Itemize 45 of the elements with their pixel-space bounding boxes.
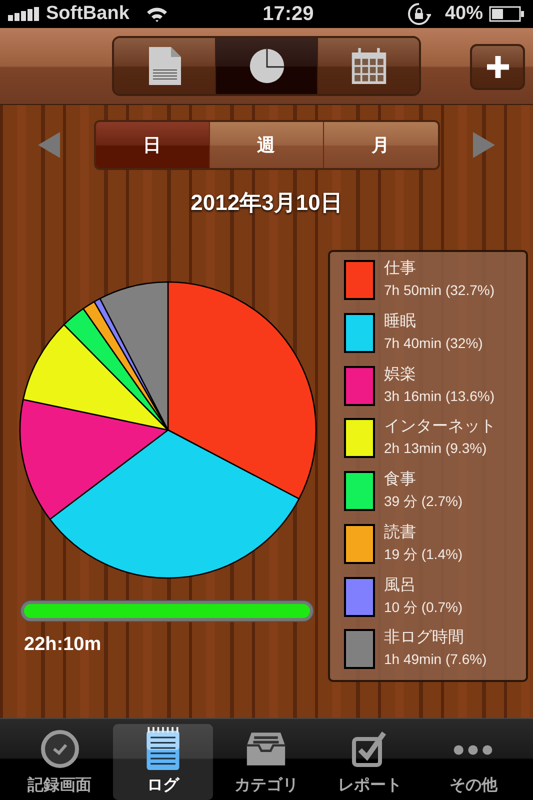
legend-label: 娯楽 (384, 364, 416, 384)
legend-duration: 3h 16min (13.6%) (384, 386, 495, 406)
legend-duration: 1h 49min (7.6%) (384, 650, 487, 670)
signal-icon (8, 7, 40, 21)
previous-arrow-icon[interactable] (38, 132, 60, 158)
document-icon (146, 46, 182, 86)
legend-label: 非ログ時間 (384, 628, 464, 648)
more-icon (453, 743, 494, 757)
next-arrow-icon[interactable] (473, 132, 495, 158)
pie-chart-icon (248, 46, 284, 86)
legend-label: 読書 (384, 522, 416, 543)
legend-duration: 7h 50min (32.7%) (384, 281, 495, 300)
period-tab[interactable]: 日 (96, 122, 210, 168)
legend-duration: 39 分 (2.7%) (384, 492, 463, 511)
carrier-name: SoftBank (46, 3, 130, 25)
legend-label: 食事 (384, 470, 416, 490)
legend-label: 風呂 (384, 576, 416, 596)
calendar-icon (350, 46, 386, 86)
add-button[interactable] (470, 44, 525, 90)
tab-bar-item[interactable]: レポート (320, 724, 420, 800)
legend-duration: 19 分 (1.4%) (384, 544, 463, 564)
period-tab[interactable]: 月 (324, 122, 438, 168)
legend-label: 睡眠 (384, 312, 416, 332)
calendar-view-tab[interactable] (318, 38, 419, 94)
rotation-lock-icon (406, 2, 431, 26)
document-view-tab[interactable] (114, 38, 216, 94)
pie-view-tab[interactable] (216, 38, 318, 94)
battery-icon (489, 6, 525, 22)
clock-icon (40, 727, 80, 771)
legend-duration: 7h 40min (32%) (384, 334, 483, 353)
legend-duration: 10 分 (0.7%) (384, 598, 463, 616)
wifi-icon (145, 6, 170, 22)
legend-duration: 2h 13min (9.3%) (384, 439, 487, 458)
clock-time: 17:29 (262, 2, 314, 26)
legend-label: インターネット (384, 417, 496, 438)
battery-percent: 40% (444, 3, 483, 25)
period-tab[interactable]: 週 (210, 122, 324, 168)
plus-icon (486, 56, 508, 78)
tab-bar-item[interactable]: その他 (423, 724, 524, 800)
tab-bar-item[interactable]: 記録画面 (10, 724, 110, 800)
date-title: 2012年3月10日 (190, 189, 344, 217)
total-time: 22h:10m (24, 634, 102, 656)
tab-bar-item[interactable]: カテゴリ (216, 724, 316, 800)
legend-label: 仕事 (384, 258, 416, 279)
tab-bar-item[interactable]: ログ (113, 724, 214, 800)
